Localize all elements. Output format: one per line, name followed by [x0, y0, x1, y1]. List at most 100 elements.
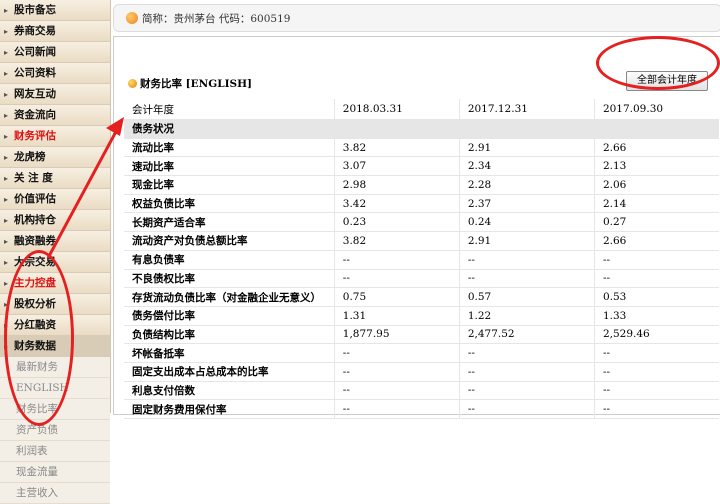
sidebar-item[interactable]: ▸ 股市备忘 — [0, 0, 110, 21]
sidebar-item[interactable]: ▸ 财务评估 — [0, 126, 110, 147]
table-row: 坏帐备抵率 -- -- -- — [124, 343, 719, 363]
sidebar-item[interactable]: ▸ 券商交易 — [0, 21, 110, 42]
sidebar-item-label: 公司新闻 — [14, 46, 56, 58]
sidebar-subitem[interactable]: 资产负债 — [0, 420, 110, 441]
row-value: 2,477.52 — [458, 325, 595, 345]
row-value: 2.66 — [593, 231, 719, 251]
row-value: -- — [333, 343, 460, 363]
stock-short-name: 贵州茅台 — [173, 13, 216, 25]
row-value: 2.91 — [458, 138, 595, 158]
sidebar-item-label: 资金流向 — [14, 109, 56, 121]
stock-logo-icon — [126, 12, 138, 24]
table-row: 固定支出成本占总成本的比率 -- -- -- — [124, 362, 719, 382]
row-value: 3.82 — [333, 138, 460, 158]
sidebar-item[interactable]: ▸ 资金流向 — [0, 105, 110, 126]
row-value: 2.14 — [593, 194, 719, 214]
row-value: 2,529.46 — [593, 325, 719, 345]
table-row: 长期资产适合率 0.23 0.24 0.27 — [124, 212, 719, 233]
sidebar-item[interactable]: ▸ 机构持仓 — [0, 210, 110, 231]
row-value: 3.82 — [333, 231, 460, 251]
row-label: 权益负债比率 — [124, 194, 335, 214]
table-row: 固定财务费用保付率 -- -- -- — [124, 399, 719, 419]
table-row: 不良债权比率 -- -- -- — [124, 269, 719, 289]
bullet-arrow-icon: ▸ — [4, 89, 9, 99]
stock-code: 600519 — [250, 13, 291, 25]
table-row: 流动比率 3.82 2.91 2.66 — [124, 138, 719, 158]
bullet-arrow-icon: ▸ — [4, 47, 9, 57]
row-value: 2.06 — [593, 175, 719, 195]
sidebar-item-label: 价值评估 — [14, 193, 56, 205]
sidebar-subitem[interactable]: 主营收入 — [0, 483, 110, 504]
sidebar-item-label: 融资融券 — [14, 235, 56, 247]
sidebar-subitem[interactable]: 现金流量 — [0, 462, 110, 483]
row-label: 固定支出成本占总成本的比率 — [124, 362, 335, 382]
bullet-arrow-icon: ▸ — [4, 194, 9, 204]
row-value: 2.66 — [593, 138, 719, 158]
table-row: 负债结构比率 1,877.95 2,477.52 2,529.46 — [124, 325, 719, 345]
bullet-arrow-icon: ▸ — [4, 236, 9, 246]
row-label: 固定财务费用保付率 — [124, 399, 335, 419]
row-value: -- — [333, 381, 460, 401]
row-value: 3.42 — [333, 194, 460, 214]
row-value: 2.34 — [458, 156, 595, 177]
sidebar-item[interactable]: ▸ 融资融券 — [0, 231, 110, 252]
sidebar-item[interactable]: ▸ 网友互动 — [0, 84, 110, 105]
row-value: 0.27 — [593, 212, 719, 233]
row-label: 速动比率 — [124, 156, 335, 177]
row-value: 1.22 — [458, 306, 595, 326]
sidebar-item[interactable]: ▸ 价值评估 — [0, 189, 110, 210]
sidebar-subitem[interactable]: 利润表 — [0, 441, 110, 462]
sidebar-item-label: 网友互动 — [14, 88, 56, 100]
row-value: 3.07 — [333, 156, 460, 177]
row-value: -- — [458, 269, 595, 289]
table-row: 债务偿付比率 1.31 1.22 1.33 — [124, 306, 719, 326]
sidebar-item[interactable]: ▸ 龙虎榜 — [0, 147, 110, 168]
sidebar-item-label: 财务评估 — [14, 130, 56, 142]
row-value: 0.57 — [458, 287, 595, 307]
row-value: -- — [333, 399, 460, 419]
table-header-row: 会计年度 2018.03.31 2017.12.31 2017.09.30 — [124, 99, 719, 120]
bullet-arrow-icon: ▸ — [4, 215, 9, 225]
bullet-arrow-icon: ▸ — [4, 5, 9, 15]
row-value: -- — [593, 381, 719, 401]
table-row: 权益负债比率 3.42 2.37 2.14 — [124, 194, 719, 214]
row-value: -- — [593, 269, 719, 289]
highlight-ellipse-sidebar — [4, 250, 74, 426]
row-value: -- — [333, 269, 460, 289]
row-label: 现金比率 — [124, 175, 335, 195]
sidebar-item[interactable]: ▸ 公司资料 — [0, 63, 110, 84]
row-label: 有息负债率 — [124, 250, 335, 270]
row-value: 2.28 — [458, 175, 595, 195]
row-label: 负债结构比率 — [124, 325, 335, 345]
table-row: 流动资产对负债总额比率 3.82 2.91 2.66 — [124, 231, 719, 251]
row-value: -- — [458, 250, 595, 270]
row-value: -- — [593, 399, 719, 419]
row-value: 1.33 — [593, 306, 719, 326]
sidebar-item-label: 关 注 度 — [14, 172, 53, 184]
row-value: -- — [593, 362, 719, 382]
sidebar-item[interactable]: ▸ 关 注 度 — [0, 168, 110, 189]
stock-info: 简称：贵州茅台 代码：600519 — [142, 13, 291, 25]
row-value: -- — [593, 343, 719, 363]
sidebar-item[interactable]: ▸ 公司新闻 — [0, 42, 110, 63]
bullet-arrow-icon: ▸ — [4, 131, 9, 141]
table-row: 速动比率 3.07 2.34 2.13 — [124, 156, 719, 177]
column-header-label: 会计年度 — [124, 99, 335, 120]
row-value: 2.91 — [458, 231, 595, 251]
stock-header: 简称：贵州茅台 代码：600519 — [113, 4, 720, 32]
table-row: 利息支付倍数 -- -- -- — [124, 381, 719, 401]
row-value: 0.23 — [333, 212, 460, 233]
title-bullet-icon — [128, 79, 137, 88]
table-row: 现金比率 2.98 2.28 2.06 — [124, 175, 719, 195]
row-value: -- — [458, 381, 595, 401]
sidebar-item-label: 龙虎榜 — [14, 151, 46, 163]
section-row: 债务状况 — [124, 119, 719, 139]
bullet-arrow-icon: ▸ — [4, 26, 9, 36]
bullet-arrow-icon: ▸ — [4, 173, 9, 183]
column-header-period: 2017.12.31 — [458, 99, 595, 120]
row-label: 长期资产适合率 — [124, 212, 335, 233]
sidebar-item-label: 股市备忘 — [14, 4, 56, 16]
row-value: 0.75 — [333, 287, 460, 307]
sidebar-item-label: 机构持仓 — [14, 214, 56, 226]
row-value: -- — [458, 343, 595, 363]
